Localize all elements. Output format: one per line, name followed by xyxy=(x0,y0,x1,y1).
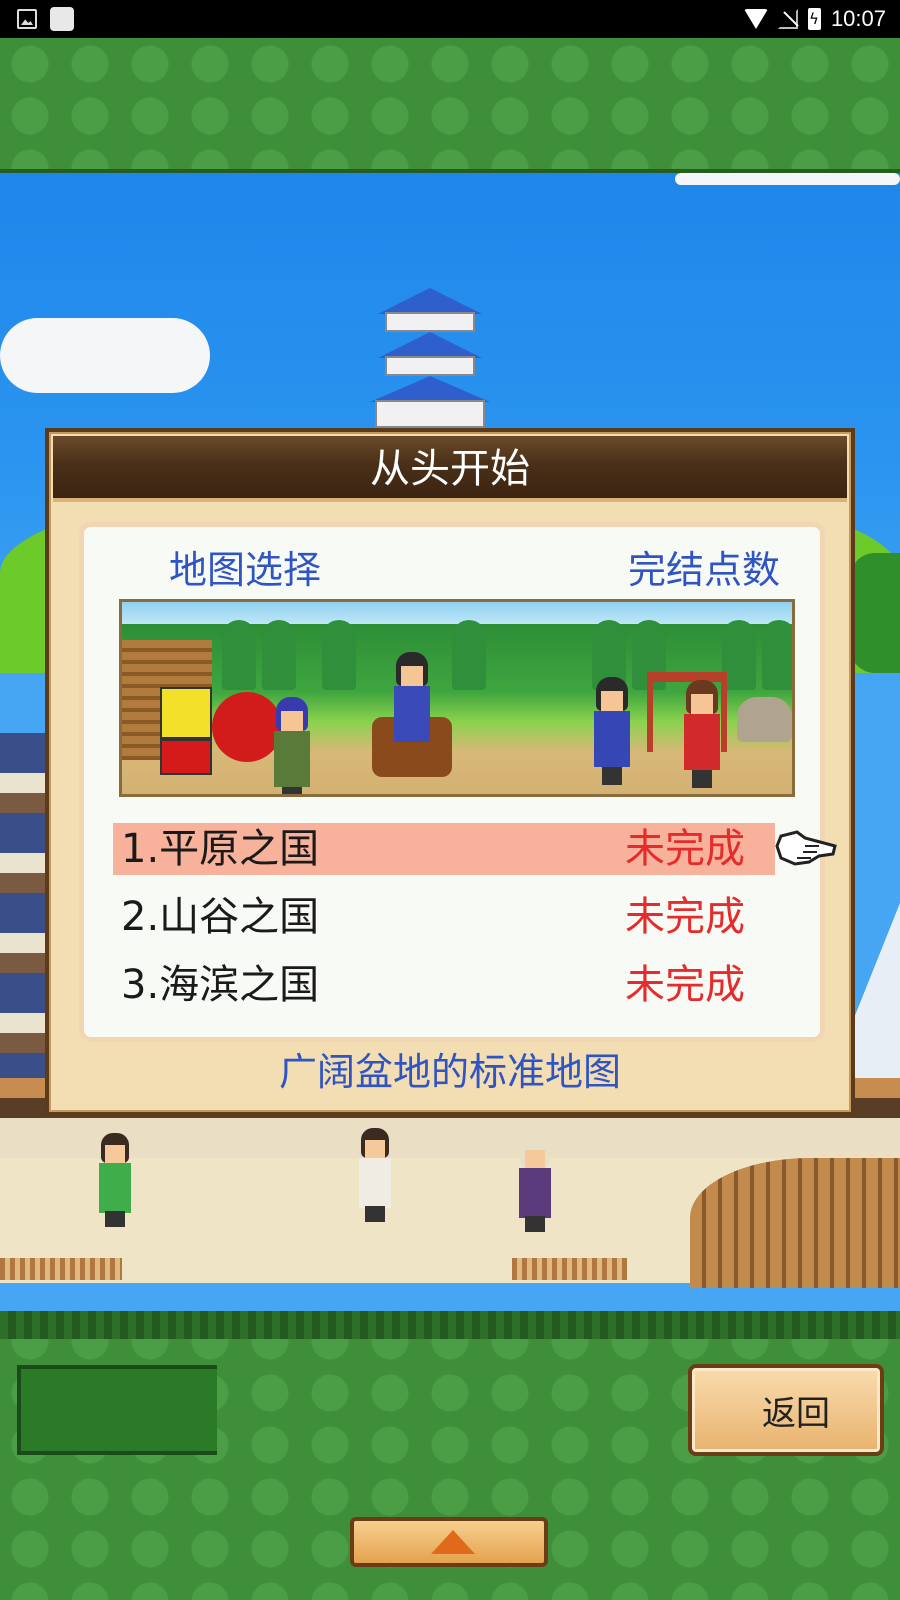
scroll-up-button[interactable] xyxy=(350,1517,548,1567)
back-button[interactable]: 返回 xyxy=(688,1364,884,1456)
map-name: 3.海滨之国 xyxy=(121,962,320,1008)
app-icon xyxy=(50,7,74,31)
ninja-character xyxy=(850,553,900,673)
fence xyxy=(512,1258,627,1280)
status-icons: 10:07 xyxy=(743,0,886,38)
preview-character xyxy=(592,677,632,787)
rock xyxy=(737,697,792,742)
map-preview-image xyxy=(119,599,795,797)
bridge xyxy=(690,1158,900,1288)
fence xyxy=(0,1258,122,1280)
map-description: 广阔盆地的标准地图 xyxy=(278,1050,621,1094)
castle xyxy=(355,288,505,428)
townsperson xyxy=(95,1133,135,1228)
wifi-icon xyxy=(743,9,768,29)
pointing-hand-icon xyxy=(775,826,837,870)
rider-character xyxy=(392,652,432,762)
map-status: 未完成 xyxy=(625,962,745,1008)
gallery-icon xyxy=(17,9,37,29)
map-name: 1.平原之国 xyxy=(121,826,320,872)
cloud xyxy=(675,173,900,185)
map-row-plains[interactable]: 1.平原之国 未完成 xyxy=(113,823,775,875)
preview-character xyxy=(682,680,722,790)
map-name: 2.山谷之国 xyxy=(121,894,320,940)
townsperson xyxy=(355,1128,395,1223)
completion-points-heading: 完结点数 xyxy=(627,548,780,592)
bottom-strip xyxy=(0,1311,900,1339)
cloud xyxy=(0,318,210,393)
map-select-heading: 地图选择 xyxy=(169,548,322,592)
houses-left xyxy=(0,733,50,1093)
dialog-title: 从头开始 xyxy=(370,446,530,492)
map-row-seaside[interactable]: 3.海滨之国 未完成 xyxy=(113,959,775,1011)
empty-slot xyxy=(17,1365,217,1455)
dialog-header: 从头开始 xyxy=(53,436,847,502)
back-button-label: 返回 xyxy=(762,1393,830,1434)
battery-charging-icon xyxy=(807,8,821,30)
map-row-valley[interactable]: 2.山谷之国 未完成 xyxy=(113,891,775,943)
top-bar xyxy=(0,38,900,173)
preview-character xyxy=(272,697,312,794)
status-bar: 10:07 xyxy=(0,0,900,38)
up-arrow-icon xyxy=(431,1530,475,1554)
map-status: 未完成 xyxy=(625,894,745,940)
clock: 10:07 xyxy=(830,6,886,31)
signal-off-icon xyxy=(778,9,798,29)
old-man xyxy=(515,1138,555,1233)
new-game-dialog: 从头开始 地图选择 完结点数 广阔盆地的标准地图 xyxy=(45,428,855,1116)
yellow-box-character xyxy=(160,687,212,775)
map-status: 未完成 xyxy=(625,826,745,872)
